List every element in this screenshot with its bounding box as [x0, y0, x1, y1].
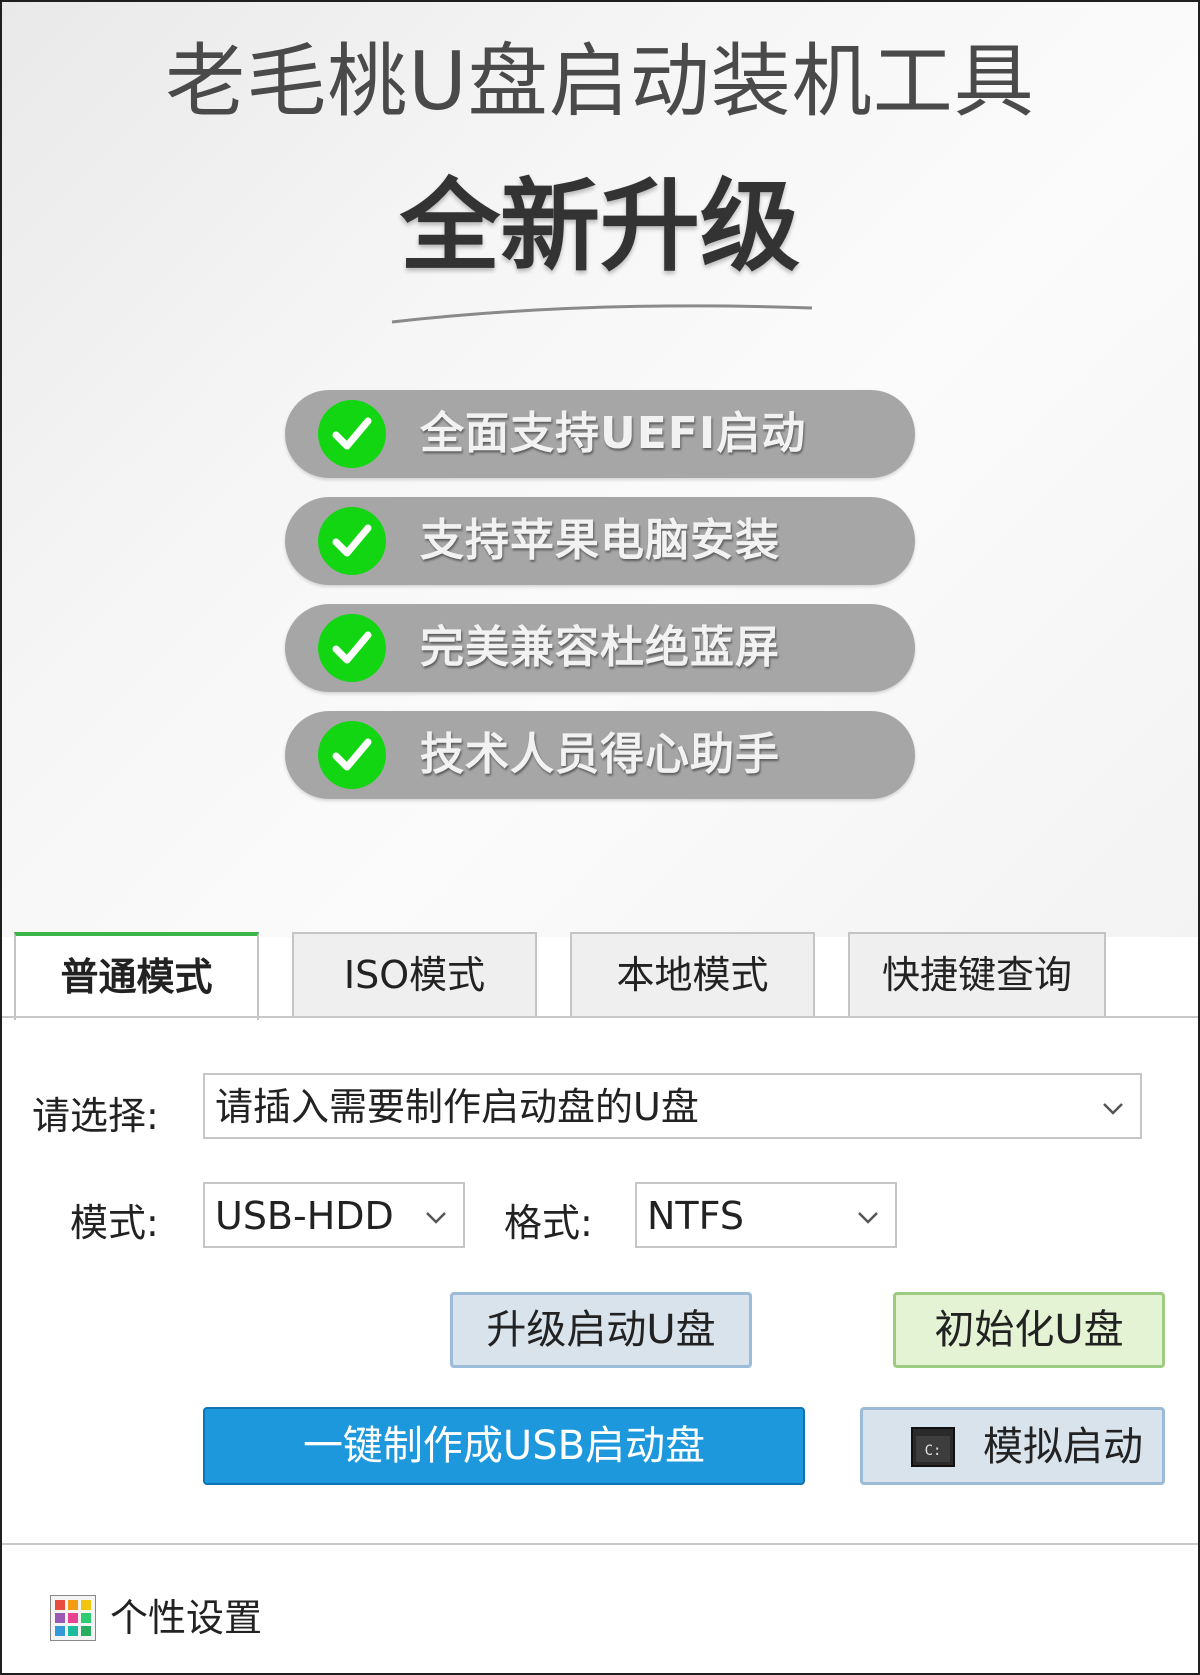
tab-local-mode[interactable]: 本地模式 — [570, 932, 815, 1016]
banner-subtitle: 全新升级 — [400, 168, 800, 285]
make-usb-boot-button[interactable]: 一键制作成USB启动盘 — [203, 1407, 805, 1485]
feature-text: 技术人员得心助手 — [420, 729, 780, 780]
tab-divider — [2, 1016, 1198, 1018]
tab-iso-mode[interactable]: ISO模式 — [292, 932, 537, 1016]
simulate-boot-label: 模拟启动 — [983, 1424, 1143, 1470]
mode-label: 模式: — [70, 1201, 159, 1245]
check-icon — [318, 400, 386, 468]
palette-grid-icon — [50, 1595, 96, 1641]
footer-divider — [2, 1543, 1198, 1545]
usb-drive-select[interactable]: 请插入需要制作启动盘的U盘 — [203, 1073, 1142, 1139]
upgrade-usb-button[interactable]: 升级启动U盘 — [450, 1292, 752, 1368]
personal-settings-label: 个性设置 — [110, 1596, 263, 1640]
tab-normal-mode[interactable]: 普通模式 — [14, 932, 259, 1020]
chevron-down-icon — [426, 1212, 446, 1224]
init-usb-button[interactable]: 初始化U盘 — [893, 1292, 1165, 1368]
tab-hotkey-query[interactable]: 快捷键查询 — [848, 932, 1106, 1016]
feature-pill: 完美兼容杜绝蓝屏 — [285, 604, 915, 692]
check-icon — [318, 507, 386, 575]
mode-select[interactable]: USB-HDD — [203, 1182, 465, 1248]
app-window: 老毛桃U盘启动装机工具 全新升级 全面支持UEFI启动 支持苹果电脑安装 完美兼… — [0, 0, 1200, 1675]
feature-pill: 技术人员得心助手 — [285, 711, 915, 799]
chevron-down-icon — [858, 1212, 878, 1224]
feature-text: 全面支持UEFI启动 — [420, 408, 807, 459]
svg-text:C:: C: — [925, 1443, 942, 1459]
feature-pill: 支持苹果电脑安装 — [285, 497, 915, 585]
check-icon — [318, 721, 386, 789]
feature-text: 支持苹果电脑安装 — [420, 515, 780, 566]
simulate-boot-button[interactable]: C: 模拟启动 — [860, 1407, 1165, 1485]
feature-pill: 全面支持UEFI启动 — [285, 390, 915, 478]
promo-banner: 老毛桃U盘启动装机工具 全新升级 全面支持UEFI启动 支持苹果电脑安装 完美兼… — [2, 2, 1198, 937]
check-icon — [318, 614, 386, 682]
format-label: 格式: — [504, 1201, 593, 1245]
terminal-icon: C: — [911, 1427, 955, 1467]
mode-select-value: USB-HDD — [215, 1194, 394, 1238]
select-label: 请选择: — [32, 1094, 159, 1138]
subtitle-underline — [391, 304, 813, 324]
chevron-down-icon — [1103, 1103, 1123, 1115]
feature-text: 完美兼容杜绝蓝屏 — [420, 622, 780, 673]
format-select[interactable]: NTFS — [635, 1182, 897, 1248]
format-select-value: NTFS — [647, 1194, 744, 1238]
usb-drive-select-value: 请插入需要制作启动盘的U盘 — [215, 1085, 699, 1129]
banner-title: 老毛桃U盘启动装机工具 — [165, 35, 1035, 128]
